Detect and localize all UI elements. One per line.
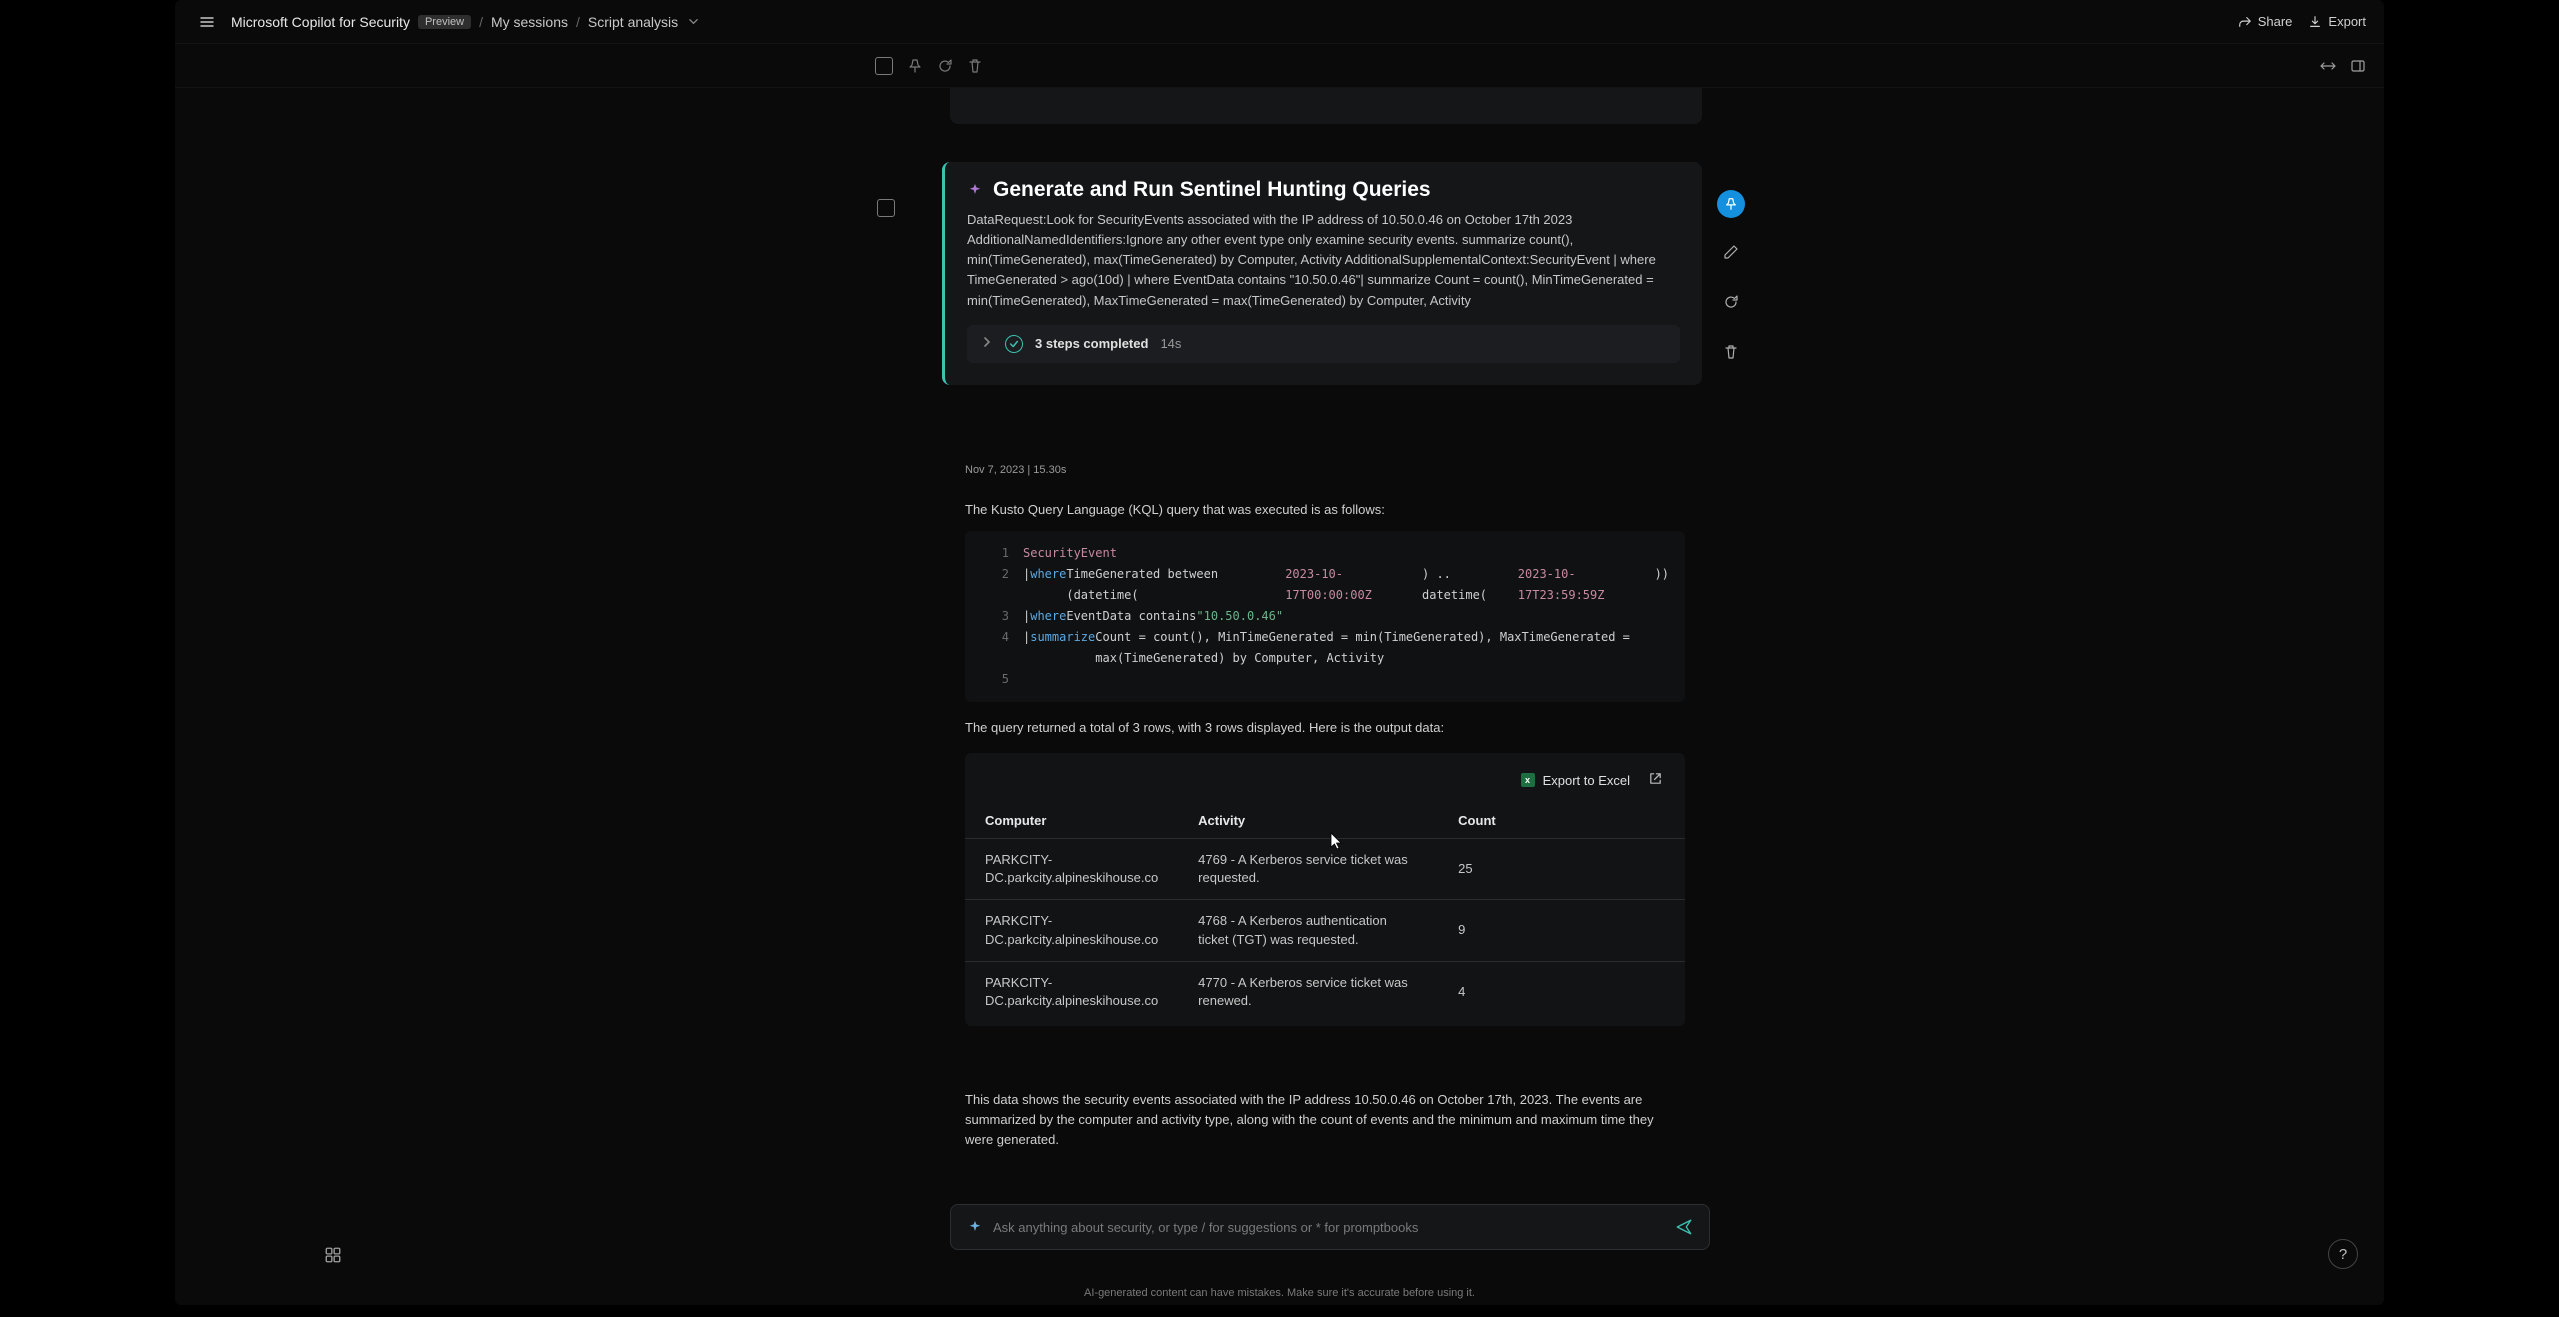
prompt-input-box[interactable]	[950, 1204, 1710, 1250]
body-paragraph: This data shows the security events asso…	[965, 1090, 1685, 1150]
sparkle-icon	[967, 182, 983, 198]
export-excel-label: Export to Excel	[1543, 773, 1630, 788]
line-number: 1	[981, 543, 1009, 564]
table-header-computer[interactable]: Computer	[965, 803, 1178, 839]
refresh-icon	[937, 58, 953, 74]
content-area: Generate and Run Sentinel Hunting Querie…	[175, 88, 2384, 1305]
breadcrumb: Microsoft Copilot for Security Preview /…	[231, 14, 699, 30]
cell-count: 9	[1438, 900, 1685, 961]
table-row: PARKCITY-DC.parkcity.alpineskihouse.co 4…	[965, 961, 1685, 1022]
cell-activity: 4768 - A Kerberos authentication ticket …	[1178, 900, 1438, 961]
apps-button[interactable]	[319, 1241, 347, 1269]
select-all-checkbox[interactable]	[875, 57, 893, 75]
footer-disclaimer: AI-generated content can have mistakes. …	[1084, 1287, 1475, 1299]
open-external-icon	[1648, 771, 1663, 786]
share-button[interactable]: Share	[2238, 14, 2293, 29]
results-table-panel: x Export to Excel Computer Activity Coun…	[965, 753, 1685, 1026]
body-paragraph: The query returned a total of 3 rows, wi…	[965, 720, 1685, 735]
pencil-icon	[1723, 244, 1739, 260]
download-icon	[2308, 15, 2322, 29]
menu-toggle-button[interactable]	[193, 8, 221, 36]
pin-button[interactable]	[907, 58, 923, 74]
share-label: Share	[2258, 14, 2293, 29]
edit-card-button[interactable]	[1715, 236, 1747, 268]
trash-icon	[1723, 344, 1739, 360]
table-header-activity[interactable]: Activity	[1178, 803, 1438, 839]
delete-card-button[interactable]	[1715, 336, 1747, 368]
card-side-actions	[1715, 190, 1747, 368]
cell-activity: 4769 - A Kerberos service ticket was req…	[1178, 839, 1438, 900]
delete-button[interactable]	[967, 58, 983, 74]
send-icon	[1675, 1218, 1693, 1236]
chevron-down-icon[interactable]	[688, 14, 699, 30]
response-card: Generate and Run Sentinel Hunting Querie…	[942, 162, 1702, 385]
steps-completed-bar[interactable]: 3 steps completed 14s	[967, 325, 1680, 363]
steps-completed-time: 14s	[1160, 336, 1181, 351]
question-mark-icon: ?	[2339, 1246, 2347, 1263]
checkmark-circle-icon	[1005, 335, 1023, 353]
refresh-icon	[1723, 294, 1739, 310]
export-label: Export	[2328, 14, 2366, 29]
steps-completed-label: 3 steps completed	[1035, 336, 1148, 351]
pin-card-button[interactable]	[1717, 190, 1745, 218]
card-select-checkbox[interactable]	[877, 199, 895, 217]
subbar	[175, 44, 2384, 88]
kql-code-block: 1SecurityEvent 2| where TimeGenerated be…	[965, 531, 1685, 702]
refresh-button[interactable]	[937, 58, 953, 74]
export-to-excel-button[interactable]: x Export to Excel	[1521, 773, 1630, 788]
card-title: Generate and Run Sentinel Hunting Querie…	[993, 178, 1431, 202]
cell-computer: PARKCITY-DC.parkcity.alpineskihouse.co	[965, 900, 1178, 961]
line-number: 5	[981, 669, 1009, 690]
cell-computer: PARKCITY-DC.parkcity.alpineskihouse.co	[965, 961, 1178, 1022]
send-button[interactable]	[1675, 1218, 1693, 1236]
pin-icon	[1724, 197, 1738, 211]
line-number: 3	[981, 606, 1009, 627]
breadcrumb-separator: /	[479, 14, 483, 30]
prompt-input[interactable]	[993, 1220, 1675, 1235]
table-row: PARKCITY-DC.parkcity.alpineskihouse.co 4…	[965, 839, 1685, 900]
breadcrumb-separator: /	[576, 14, 580, 30]
sparkle-icon	[967, 1219, 983, 1235]
share-icon	[2238, 15, 2252, 29]
help-button[interactable]: ?	[2328, 1239, 2358, 1269]
panel-toggle-button[interactable]	[2350, 58, 2366, 74]
topbar: Microsoft Copilot for Security Preview /…	[175, 0, 2384, 44]
cell-computer: PARKCITY-DC.parkcity.alpineskihouse.co	[965, 839, 1178, 900]
hamburger-icon	[199, 14, 215, 30]
cell-activity: 4770 - A Kerberos service ticket was ren…	[1178, 961, 1438, 1022]
line-number: 4	[981, 627, 1009, 669]
export-button[interactable]: Export	[2308, 14, 2366, 29]
body-paragraph: The Kusto Query Language (KQL) query tha…	[965, 502, 1685, 517]
cell-count: 25	[1438, 839, 1685, 900]
app-title: Microsoft Copilot for Security	[231, 14, 410, 30]
preview-badge: Preview	[418, 15, 471, 29]
cell-count: 4	[1438, 961, 1685, 1022]
width-toggle-button[interactable]	[2320, 58, 2336, 74]
excel-icon: x	[1521, 773, 1535, 787]
table-header-count[interactable]: Count	[1438, 803, 1685, 839]
refresh-card-button[interactable]	[1715, 286, 1747, 318]
results-table: Computer Activity Count PARKCITY-DC.park…	[965, 803, 1685, 1022]
open-external-button[interactable]	[1648, 771, 1663, 789]
breadcrumb-sessions[interactable]: My sessions	[491, 14, 568, 30]
line-number: 2	[981, 564, 1009, 606]
pin-icon	[907, 58, 923, 74]
table-row: PARKCITY-DC.parkcity.alpineskihouse.co 4…	[965, 900, 1685, 961]
table-header-row: Computer Activity Count	[965, 803, 1685, 839]
mouse-cursor-icon	[1330, 832, 1344, 850]
trash-icon	[967, 58, 983, 74]
panel-icon	[2350, 58, 2366, 74]
card-description: DataRequest:Look for SecurityEvents asso…	[967, 210, 1680, 311]
response-timestamp: Nov 7, 2023 | 15.30s	[965, 464, 1066, 476]
breadcrumb-current[interactable]: Script analysis	[588, 14, 678, 30]
apps-grid-icon	[324, 1246, 342, 1264]
arrows-horizontal-icon	[2320, 58, 2336, 74]
chevron-right-icon	[981, 336, 993, 351]
previous-card-edge	[950, 88, 1702, 124]
